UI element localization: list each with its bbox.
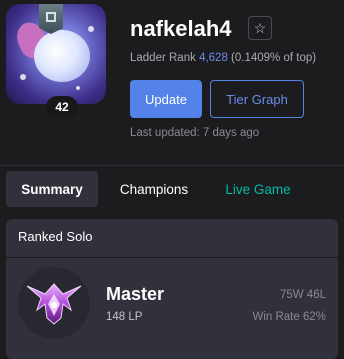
profile-header: 42 nafkelah4 ☆ Ladder Rank 4,628 (0.1409… xyxy=(0,0,344,165)
ranked-card-title: Ranked Solo xyxy=(18,229,93,244)
ladder-rank-line: Ladder Rank 4,628 (0.1409% of top) xyxy=(130,52,316,64)
update-button[interactable]: Update xyxy=(130,80,202,118)
tier-name: Master xyxy=(106,284,165,304)
avatar-sparkle xyxy=(20,74,26,80)
tier-graph-button[interactable]: Tier Graph xyxy=(210,80,304,118)
tab-champions[interactable]: Champions xyxy=(106,171,202,207)
win-loss-record: 75W 46L xyxy=(279,289,326,301)
ladder-rank-label: Ladder Rank xyxy=(130,52,196,64)
summoner-name: nafkelah4 xyxy=(130,16,232,41)
tab-live-game[interactable]: Live Game xyxy=(210,171,306,207)
master-emblem-icon xyxy=(26,283,82,325)
header-divider xyxy=(0,165,344,166)
ranked-solo-card: Ranked Solo Master 148 LP 75W 46L Win Ra… xyxy=(6,219,338,359)
win-rate: Win Rate 62% xyxy=(252,311,326,323)
card-divider xyxy=(6,257,338,258)
profile-icon-image xyxy=(6,4,106,104)
ladder-rank-percent: (0.1409% of top) xyxy=(231,52,317,64)
tier-emblem xyxy=(18,267,90,339)
last-updated-text: Last updated: 7 days ago xyxy=(130,127,260,139)
banner-emblem-icon xyxy=(46,12,56,22)
avatar-sparkle xyxy=(88,26,94,32)
favorite-button[interactable]: ☆ xyxy=(248,16,272,40)
ladder-rank-link[interactable]: 4,628 xyxy=(199,52,228,64)
level-badge: 42 xyxy=(46,96,78,118)
tab-summary[interactable]: Summary xyxy=(6,171,98,207)
profile-avatar[interactable]: 42 xyxy=(6,4,106,118)
avatar-sparkle xyxy=(76,86,80,90)
league-points: 148 LP xyxy=(106,311,143,323)
avatar-creature-shape xyxy=(34,30,90,82)
star-outline-icon: ☆ xyxy=(253,20,267,36)
